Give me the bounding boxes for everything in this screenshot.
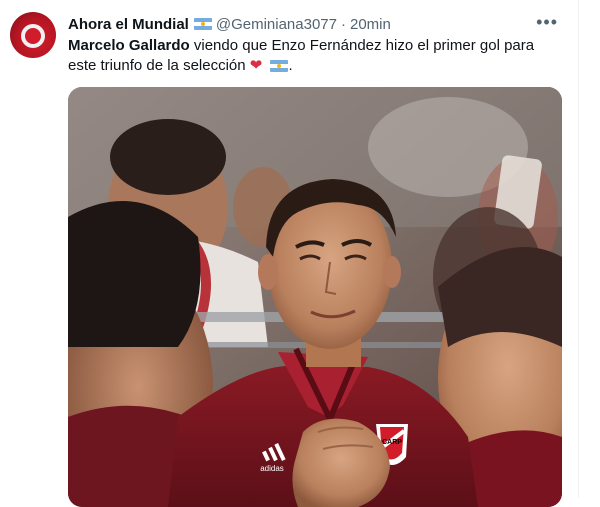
separator: · <box>340 15 346 33</box>
crest-text: CARP <box>382 439 402 446</box>
argentina-flag-icon <box>269 60 288 73</box>
tweet-text: Marcelo Gallardo viendo que Enzo Fernánd… <box>68 36 538 76</box>
mention-name: Marcelo Gallardo <box>68 37 190 54</box>
tweet-header: Ahora el Mundial @Geminiana3077 · 20min <box>68 14 560 34</box>
tweet[interactable]: Ahora el Mundial @Geminiana3077 · 20min … <box>0 0 600 507</box>
tweet-photo[interactable]: CARP adidas <box>68 87 562 507</box>
author-handle[interactable]: @Geminiana3077 <box>216 16 337 33</box>
author-name[interactable]: Ahora el Mundial <box>68 16 189 33</box>
end-punctuation: . <box>288 57 293 74</box>
photo-illustration: CARP adidas <box>68 87 562 507</box>
jersey-brand-text: adidas <box>260 464 284 473</box>
more-options-icon[interactable]: ••• <box>536 12 558 33</box>
avatar[interactable] <box>10 12 56 58</box>
red-heart-icon: ❤ <box>249 57 263 74</box>
argentina-flag-icon <box>193 18 212 30</box>
timestamp[interactable]: 20min <box>350 16 391 33</box>
